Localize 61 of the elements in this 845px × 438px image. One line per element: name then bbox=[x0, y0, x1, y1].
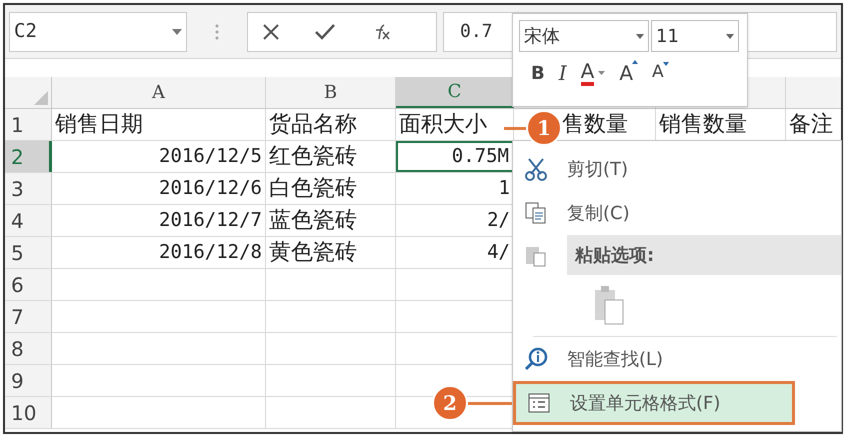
copy-icon bbox=[524, 201, 548, 225]
row-header[interactable]: 2 bbox=[5, 141, 52, 172]
cell-text: 0.75M bbox=[452, 144, 509, 170]
menu-item[interactable]: 设置单元格格式(F) bbox=[513, 381, 795, 425]
cell-reference: C2 bbox=[14, 19, 37, 44]
menu-item[interactable]: 智能查找(L) bbox=[513, 337, 841, 381]
cell-text: 白色瓷砖 bbox=[269, 175, 357, 203]
cell-text: 2/ bbox=[487, 208, 510, 234]
cell-text: 销售日期 bbox=[55, 111, 143, 139]
corner-triangle-icon bbox=[34, 91, 48, 105]
leader-line bbox=[504, 126, 526, 130]
row-header[interactable]: 1 bbox=[5, 109, 52, 140]
name-box[interactable]: C2 bbox=[9, 12, 187, 52]
shrink-font-button[interactable]: A bbox=[652, 60, 669, 86]
cell-text: 2016/12/5 bbox=[159, 144, 262, 170]
row-header[interactable]: 7 bbox=[5, 301, 52, 332]
menu-section-header: 粘贴选项: bbox=[567, 235, 841, 275]
cell-text: 面积大小 bbox=[399, 111, 487, 139]
column-header[interactable]: A bbox=[52, 77, 266, 108]
menu-item[interactable]: 剪切(T) bbox=[513, 147, 841, 191]
row-header[interactable]: 9 bbox=[5, 365, 52, 396]
cell-text: 2016/12/8 bbox=[159, 240, 262, 266]
italic-button[interactable]: I bbox=[558, 58, 567, 88]
cell-text: 4/ bbox=[487, 240, 510, 266]
row-header[interactable]: 6 bbox=[5, 269, 52, 300]
row-header[interactable]: 4 bbox=[5, 205, 52, 236]
cell-text: 黄色瓷砖 bbox=[269, 239, 357, 267]
cell-text: 销售数量 bbox=[659, 111, 747, 139]
check-icon[interactable] bbox=[314, 22, 336, 40]
bold-button[interactable]: B bbox=[531, 60, 545, 86]
cell-text: 1 bbox=[498, 176, 510, 202]
font-size-dropdown[interactable]: 11 bbox=[651, 20, 739, 52]
dropdown-caret-icon bbox=[598, 71, 606, 75]
cell-text: 货品名称 bbox=[269, 111, 357, 139]
cell-text: 蓝色瓷砖 bbox=[269, 207, 357, 235]
cell-text: 备注 bbox=[789, 111, 833, 139]
magnifier-icon bbox=[523, 346, 549, 372]
dropdown-caret-icon bbox=[172, 28, 182, 34]
column-header[interactable]: C bbox=[396, 77, 514, 108]
cancel-icon[interactable] bbox=[262, 22, 280, 40]
leader-line bbox=[468, 402, 512, 404]
cell-text: 售数量 bbox=[562, 111, 628, 139]
up-arrow-icon bbox=[632, 60, 638, 64]
row-header[interactable]: 3 bbox=[5, 173, 52, 204]
row-header[interactable]: 10 bbox=[5, 397, 52, 428]
font-color-button[interactable]: A bbox=[580, 60, 594, 86]
grow-font-button[interactable]: A bbox=[619, 58, 638, 88]
cell-text: 红色瓷砖 bbox=[269, 143, 357, 171]
format-cells-icon bbox=[527, 391, 551, 415]
drag-handle-icon bbox=[215, 24, 219, 40]
cell-text: 2016/12/6 bbox=[159, 176, 262, 202]
down-arrow-icon bbox=[662, 62, 669, 66]
cell-text: 2016/12/7 bbox=[159, 208, 262, 234]
dropdown-caret-icon bbox=[726, 34, 734, 38]
menu-item[interactable]: 复制(C) bbox=[513, 191, 841, 235]
row-header[interactable]: 5 bbox=[5, 237, 52, 268]
scissors-icon bbox=[523, 156, 549, 182]
font-name-dropdown[interactable]: 宋体 bbox=[519, 20, 649, 52]
dropdown-caret-icon bbox=[636, 34, 644, 38]
formula-text: 0.7 bbox=[460, 20, 493, 44]
row-header[interactable]: 8 bbox=[5, 333, 52, 364]
